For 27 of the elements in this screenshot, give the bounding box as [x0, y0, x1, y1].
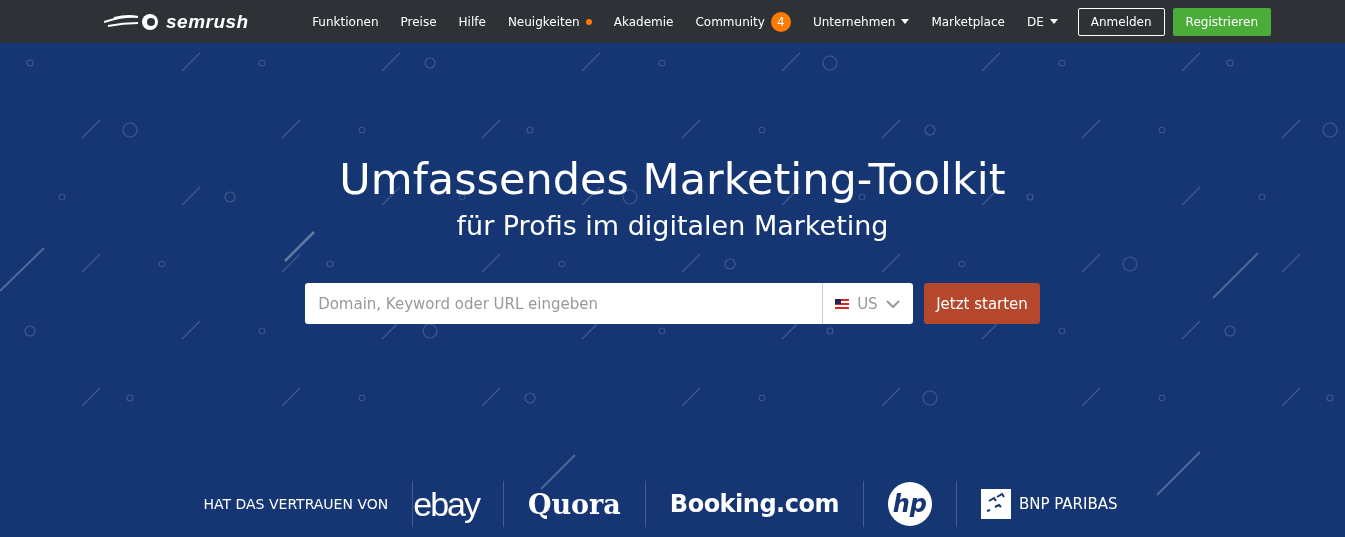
- brand-logo[interactable]: semrush: [166, 10, 249, 33]
- nav-link[interactable]: DE: [1026, 14, 1044, 29]
- trust-label: HAT DAS VERTRAUEN VON: [203, 496, 389, 512]
- chevron-icon: [885, 299, 900, 308]
- count-badge: 4: [770, 11, 791, 32]
- caret-icon: [901, 19, 910, 24]
- hero-title: Umfassendes Marketing-Toolkit: [339, 153, 1006, 205]
- search-field[interactable]: Domain, Keyword oder URL eingeben: [305, 283, 823, 324]
- nav-link[interactable]: Neuigkeiten: [507, 14, 580, 29]
- booking-logo: Booking.com: [644, 481, 863, 527]
- flag-icon: [835, 298, 850, 309]
- caret-icon: [1049, 19, 1058, 24]
- nav-link[interactable]: Akademie: [613, 14, 674, 29]
- notification-dot: [585, 18, 592, 25]
- nav-link[interactable]: Funktionen: [312, 14, 379, 29]
- nav-link[interactable]: Preise: [400, 14, 437, 29]
- nav-link[interactable]: Community: [695, 14, 765, 29]
- hp-logo: hp: [887, 482, 932, 526]
- hero-subtitle: für Profis im digitalen Marketing: [456, 209, 889, 243]
- nav-link[interactable]: Marketplace: [931, 14, 1005, 29]
- ebay-logo: ebay: [412, 481, 503, 527]
- login-button[interactable]: Anmelden: [1077, 7, 1165, 36]
- nav-link[interactable]: Unternehmen: [812, 14, 896, 29]
- nav-link[interactable]: Hilfe: [458, 14, 486, 29]
- quora-logo: Quora: [502, 481, 645, 527]
- start-button[interactable]: Jetzt starten: [924, 283, 1040, 324]
- bnp-logo-text: BNP PARIBAS: [1018, 495, 1118, 513]
